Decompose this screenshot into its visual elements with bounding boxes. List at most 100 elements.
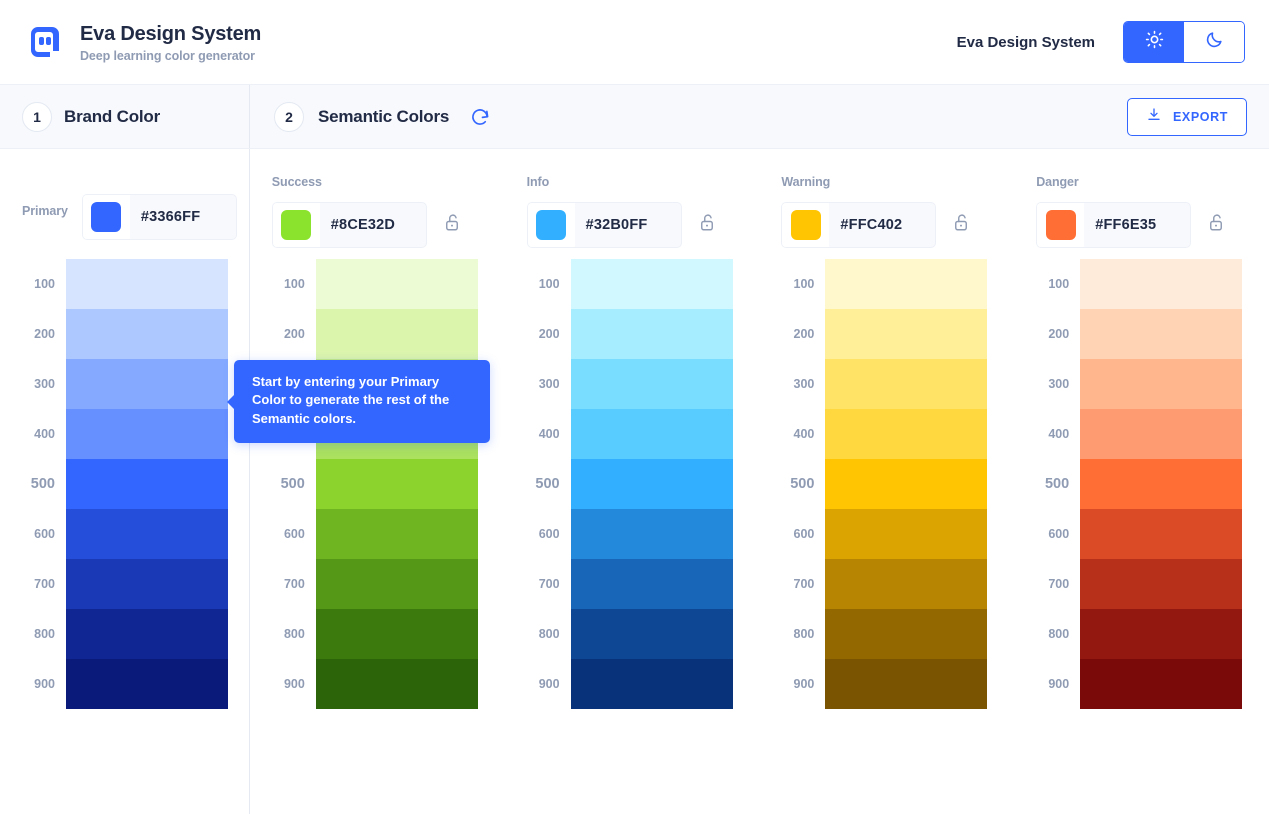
dark-theme-button[interactable] xyxy=(1184,22,1244,62)
color-field-warning[interactable]: #FFC402 xyxy=(781,202,937,248)
color-field-danger[interactable]: #FF6E35 xyxy=(1036,202,1192,248)
hex-value-warning[interactable]: #FFC402 xyxy=(829,217,902,233)
shade-swatch-success-700[interactable] xyxy=(315,559,478,609)
shade-swatch-danger-100[interactable] xyxy=(1080,259,1243,309)
shade-swatch-warning-800[interactable] xyxy=(825,609,988,659)
color-swatch-danger xyxy=(1045,210,1076,240)
lock-toggle-info[interactable] xyxy=(698,212,720,238)
shade-swatch-success-100[interactable] xyxy=(315,259,478,309)
shade-level-label: 700 xyxy=(1048,577,1070,591)
shade-swatch-primary-300[interactable] xyxy=(66,359,228,409)
shade-labels: 100200300400500600700800900 xyxy=(1014,259,1080,709)
hex-value-danger[interactable]: #FF6E35 xyxy=(1084,217,1156,233)
color-label-warning: Warning xyxy=(781,175,831,189)
lock-toggle-warning[interactable] xyxy=(952,212,974,238)
shade-swatch-success-200[interactable] xyxy=(315,309,478,359)
shade-swatch-info-700[interactable] xyxy=(570,559,733,609)
lock-toggle-danger[interactable] xyxy=(1207,212,1229,238)
shade-swatch-warning-700[interactable] xyxy=(825,559,988,609)
color-swatch-button-info[interactable] xyxy=(527,203,575,247)
refresh-icon[interactable] xyxy=(467,104,493,130)
shade-level-label: 800 xyxy=(1048,627,1070,641)
shade-swatch-success-500[interactable] xyxy=(315,459,478,509)
step-2-label: Semantic Colors xyxy=(318,106,450,126)
shade-swatch-danger-800[interactable] xyxy=(1080,609,1243,659)
step-1-badge: 1 xyxy=(22,101,52,132)
hex-value-info[interactable]: #32B0FF xyxy=(575,217,648,233)
shade-swatch-warning-200[interactable] xyxy=(825,309,988,359)
color-label-info: Info xyxy=(526,175,550,189)
shade-swatch-info-800[interactable] xyxy=(570,609,733,659)
shade-swatch-danger-700[interactable] xyxy=(1080,559,1243,609)
light-theme-button[interactable] xyxy=(1124,22,1184,62)
moon-icon xyxy=(1205,30,1224,54)
shade-swatch-success-800[interactable] xyxy=(315,609,478,659)
shade-level-label: 900 xyxy=(283,677,305,691)
shade-swatch-info-100[interactable] xyxy=(570,259,733,309)
shade-swatch-info-900[interactable] xyxy=(570,659,733,709)
shade-swatch-info-500[interactable] xyxy=(570,459,733,509)
shade-level-label: 900 xyxy=(34,677,55,691)
shade-swatch-warning-100[interactable] xyxy=(825,259,988,309)
shade-level-label: 600 xyxy=(538,527,560,541)
shade-level-label: 300 xyxy=(793,377,815,391)
shade-swatch-danger-600[interactable] xyxy=(1080,509,1243,559)
shade-labels: 100200300400500600700800900 xyxy=(0,259,66,709)
theme-toggle[interactable] xyxy=(1123,21,1245,63)
step-2-badge: 2 xyxy=(274,101,304,132)
shade-stack xyxy=(315,259,478,709)
shade-swatch-danger-900[interactable] xyxy=(1080,659,1243,709)
unlock-icon xyxy=(443,213,461,238)
shade-level-label: 600 xyxy=(283,527,305,541)
shade-swatch-primary-800[interactable] xyxy=(66,609,228,659)
color-swatch-button-danger[interactable] xyxy=(1037,203,1085,247)
shade-swatch-primary-700[interactable] xyxy=(66,559,228,609)
color-field-success[interactable]: #8CE32D xyxy=(271,202,427,248)
shade-swatch-danger-300[interactable] xyxy=(1080,359,1243,409)
shade-swatch-warning-400[interactable] xyxy=(825,409,988,459)
shade-swatch-success-900[interactable] xyxy=(315,659,478,709)
shade-swatch-success-600[interactable] xyxy=(315,509,478,559)
lock-toggle-success[interactable] xyxy=(443,212,465,238)
shade-swatch-primary-200[interactable] xyxy=(66,309,228,359)
shade-level-label: 400 xyxy=(1048,427,1070,441)
page-subtitle: Deep learning color generator xyxy=(80,48,255,63)
shade-swatch-primary-500[interactable] xyxy=(66,459,228,509)
export-button[interactable]: EXPORT xyxy=(1127,97,1247,136)
color-palettes-row: 100 200 300 400 500 600 700 800 900 100 200 300 400… xyxy=(0,259,1269,709)
shade-swatch-danger-200[interactable] xyxy=(1080,309,1243,359)
shade-swatch-primary-900[interactable] xyxy=(66,659,228,709)
shade-level-label: 100 xyxy=(1048,277,1070,291)
shade-swatch-primary-600[interactable] xyxy=(66,509,228,559)
shade-swatch-info-400[interactable] xyxy=(570,409,733,459)
color-swatch-button-primary[interactable] xyxy=(82,195,130,239)
brand-logo-group: Eva Design System Deep learning color ge… xyxy=(24,21,261,63)
shade-swatch-warning-600[interactable] xyxy=(825,509,988,559)
color-field-info[interactable]: #32B0FF xyxy=(526,202,682,248)
shade-swatch-info-300[interactable] xyxy=(570,359,733,409)
shade-swatch-warning-900[interactable] xyxy=(825,659,988,709)
shade-swatch-info-200[interactable] xyxy=(570,309,733,359)
shade-swatch-warning-500[interactable] xyxy=(825,459,988,509)
shade-swatch-warning-300[interactable] xyxy=(825,359,988,409)
shade-labels: 100200300400500600700800900 xyxy=(250,259,316,709)
shade-swatch-primary-100[interactable] xyxy=(66,259,228,309)
shade-level-label: 200 xyxy=(34,327,55,341)
shade-level-label: 700 xyxy=(793,577,815,591)
shade-level-label: 900 xyxy=(793,677,815,691)
hex-value-primary[interactable]: #3366FF xyxy=(130,209,200,225)
shade-swatch-info-600[interactable] xyxy=(570,509,733,559)
color-field-primary[interactable]: #3366FF xyxy=(81,194,237,240)
shade-swatch-danger-500[interactable] xyxy=(1080,459,1243,509)
shade-level-label: 300 xyxy=(34,377,55,391)
hex-value-success[interactable]: #8CE32D xyxy=(320,217,395,233)
shade-stack xyxy=(1080,259,1243,709)
shade-level-label: 600 xyxy=(1048,527,1070,541)
shade-swatch-primary-400[interactable] xyxy=(66,409,228,459)
header-right-group: Eva Design System xyxy=(957,21,1245,63)
shade-level-label: 200 xyxy=(793,327,815,341)
shade-level-label: 800 xyxy=(34,627,55,641)
color-swatch-button-success[interactable] xyxy=(272,203,320,247)
color-swatch-button-warning[interactable] xyxy=(782,203,830,247)
shade-swatch-danger-400[interactable] xyxy=(1080,409,1243,459)
